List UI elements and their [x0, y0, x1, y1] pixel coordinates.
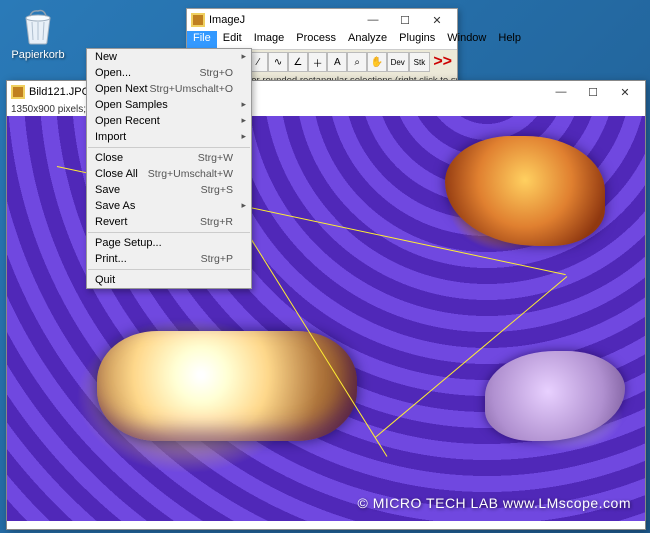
- maximize-button[interactable]: ☐: [389, 10, 421, 30]
- imagej-app-icon: [191, 13, 205, 27]
- file-menu-quit[interactable]: Quit: [87, 272, 251, 288]
- menu-edit[interactable]: Edit: [217, 31, 248, 49]
- tool-hand[interactable]: ✋: [367, 52, 387, 72]
- watermark: © MICRO TECH LAB www.LMscope.com: [358, 495, 631, 511]
- menu-plugins[interactable]: Plugins: [393, 31, 441, 49]
- menu-image[interactable]: Image: [248, 31, 291, 49]
- imagej-menubar: File Edit Image Process Analyze Plugins …: [187, 31, 457, 49]
- file-menu-close-all[interactable]: Close AllStrg+Umschalt+W: [87, 166, 251, 182]
- file-menu-close[interactable]: CloseStrg+W: [87, 150, 251, 166]
- microscopy-blob: [485, 351, 625, 441]
- imagej-title: ImageJ: [209, 14, 357, 26]
- desktop-trash-label: Papierkorb: [8, 49, 68, 61]
- desktop-trash[interactable]: Papierkorb: [8, 6, 68, 61]
- file-menu-open-next[interactable]: Open NextStrg+Umschalt+O: [87, 81, 251, 97]
- menu-window[interactable]: Window: [441, 31, 492, 49]
- menu-analyze[interactable]: Analyze: [342, 31, 393, 49]
- file-menu-import[interactable]: Import: [87, 129, 251, 145]
- file-menu-save-as[interactable]: Save As: [87, 198, 251, 214]
- menu-help[interactable]: Help: [492, 31, 527, 49]
- tool-magnify[interactable]: ⌕: [347, 52, 367, 72]
- imagej-titlebar[interactable]: ImageJ — ☐ ✕: [187, 9, 457, 31]
- file-menu-open-[interactable]: Open...Strg+O: [87, 65, 251, 81]
- tool-freehand[interactable]: ∿: [268, 52, 288, 72]
- file-menu-open-samples[interactable]: Open Samples: [87, 97, 251, 113]
- tool-dev[interactable]: Dev: [387, 52, 409, 72]
- image-maximize-button[interactable]: ☐: [577, 82, 609, 102]
- tool-stk[interactable]: Stk: [409, 52, 431, 72]
- tool-text[interactable]: A: [327, 52, 347, 72]
- file-menu-print-[interactable]: Print...Strg+P: [87, 251, 251, 267]
- menu-file[interactable]: File: [187, 31, 217, 49]
- file-menu-revert[interactable]: RevertStrg+R: [87, 214, 251, 230]
- file-menu-open-recent[interactable]: Open Recent: [87, 113, 251, 129]
- close-button[interactable]: ✕: [421, 10, 453, 30]
- imagej-doc-icon: [11, 85, 25, 99]
- toolbar-more[interactable]: >>: [430, 53, 455, 71]
- file-menu-new[interactable]: New: [87, 49, 251, 65]
- file-menu-page-setup-[interactable]: Page Setup...: [87, 235, 251, 251]
- tool-angle[interactable]: ∠: [288, 52, 308, 72]
- trash-icon: [18, 6, 58, 46]
- image-close-button[interactable]: ✕: [609, 82, 641, 102]
- image-minimize-button[interactable]: —: [545, 82, 577, 102]
- menu-process[interactable]: Process: [290, 31, 342, 49]
- minimize-button[interactable]: —: [357, 10, 389, 30]
- tool-point[interactable]: ＋: [308, 52, 328, 72]
- file-menu-save[interactable]: SaveStrg+S: [87, 182, 251, 198]
- microscopy-blob: [445, 136, 605, 246]
- file-menu-dropdown: NewOpen...Strg+OOpen NextStrg+Umschalt+O…: [86, 48, 252, 289]
